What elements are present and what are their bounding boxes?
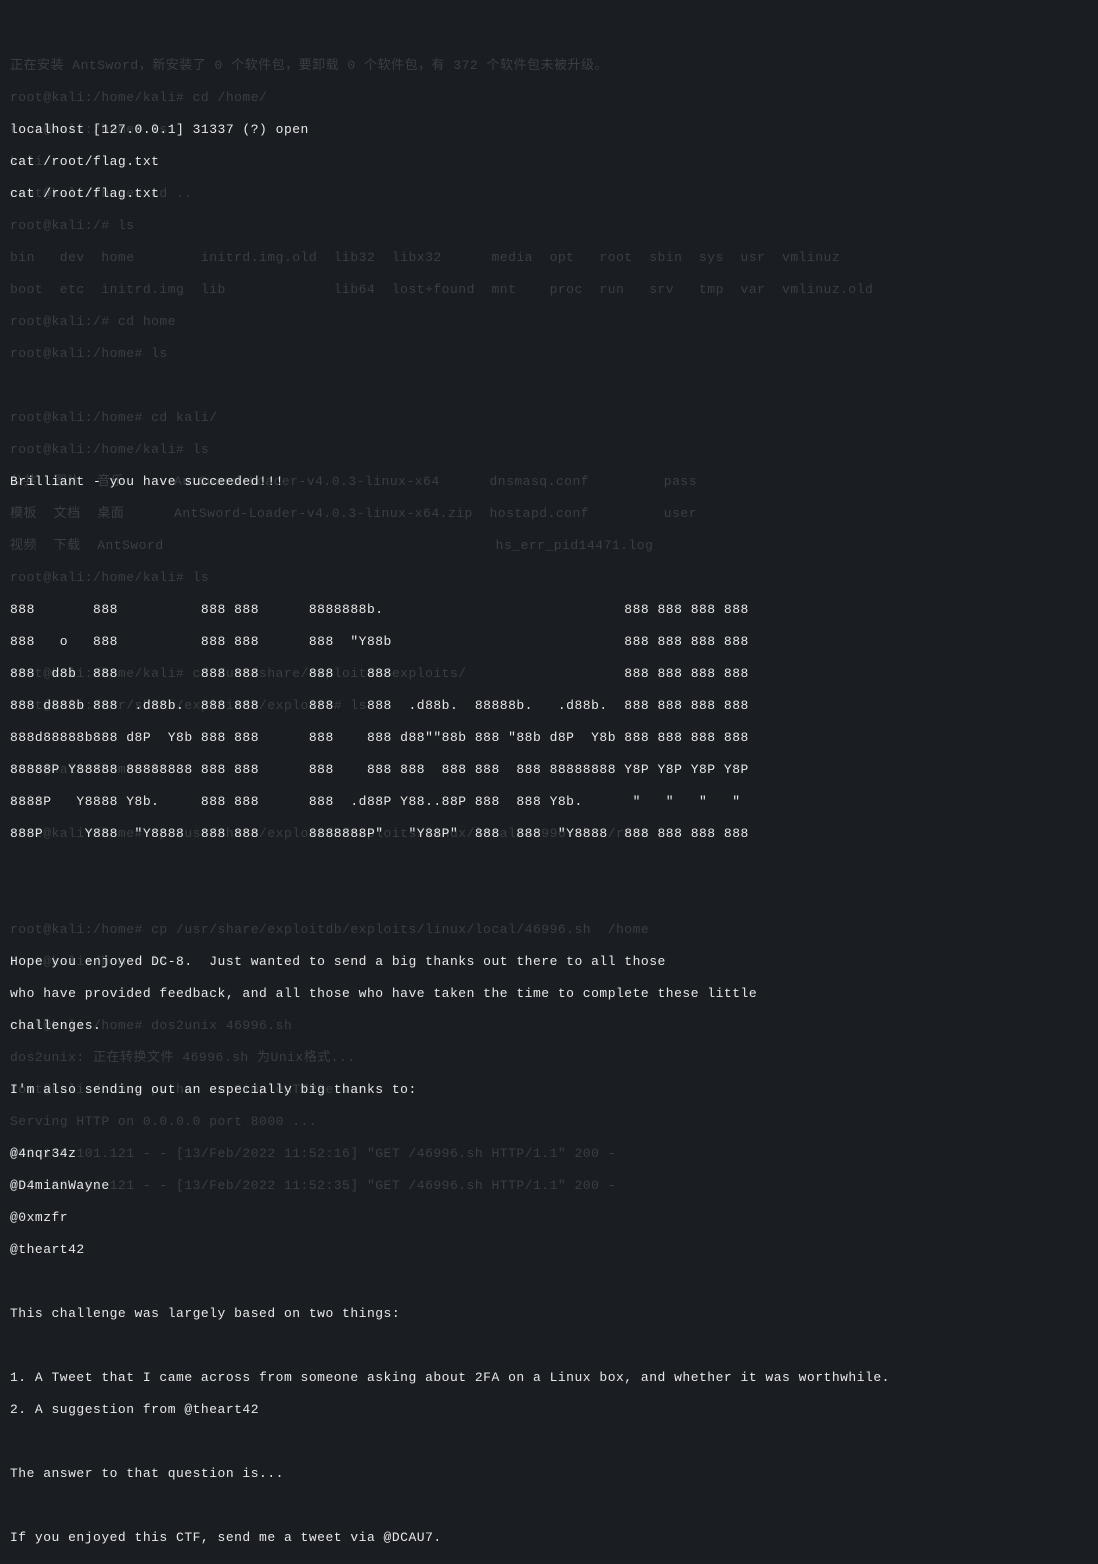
output-line (10, 1114, 1088, 1130)
output-line (10, 922, 1088, 938)
output-line (10, 858, 1088, 874)
output-line: 2. A suggestion from @theart42 (10, 1402, 1088, 1418)
output-line: Brilliant - you have succeeded!!! (10, 474, 1088, 490)
output-line: cat /root/flag.txt (10, 154, 1088, 170)
output-line: 88888P Y88888 88888888 888 888 888 888 8… (10, 762, 1088, 778)
output-line: I'm also sending out an especially big t… (10, 1082, 1088, 1098)
output-line: 888 d8b 888 888 888 888 888 888 888 888 … (10, 666, 1088, 682)
output-line: The answer to that question is... (10, 1466, 1088, 1482)
output-line (10, 410, 1088, 426)
output-line (10, 538, 1088, 554)
output-line (10, 1050, 1088, 1066)
output-line: 888 o 888 888 888 888 "Y88b 888 888 888 … (10, 634, 1088, 650)
output-line (10, 1274, 1088, 1290)
output-line: 1. A Tweet that I came across from someo… (10, 1370, 1088, 1386)
prompt-line[interactable] (10, 1562, 1088, 1564)
output-line (10, 378, 1088, 394)
output-line: cat /root/flag.txt (10, 186, 1088, 202)
output-line: 888d88888b888 d8P Y8b 888 888 888 888 d8… (10, 730, 1088, 746)
output-line: @0xmzfr (10, 1210, 1088, 1226)
output-line: challenges. (10, 1018, 1088, 1034)
output-line: If you enjoyed this CTF, send me a tweet… (10, 1530, 1088, 1546)
ghost-line: 正在安装 AntSword，新安装了 0 个软件包，要卸载 0 个软件包，有 3… (10, 58, 873, 74)
output-line (10, 570, 1088, 586)
output-line (10, 1498, 1088, 1514)
output-line: who have provided feedback, and all thos… (10, 986, 1088, 1002)
output-line: 888P Y888 "Y8888 888 888 8888888P" "Y88P… (10, 826, 1088, 842)
terminal-output[interactable]: localhost [127.0.0.1] 31337 (?) open cat… (10, 106, 1088, 1564)
output-line (10, 1434, 1088, 1450)
output-line (10, 250, 1088, 266)
output-line (10, 346, 1088, 362)
output-line (10, 218, 1088, 234)
output-line (10, 506, 1088, 522)
output-line: 8888P Y8888 Y8b. 888 888 888 .d88P Y88..… (10, 794, 1088, 810)
output-line (10, 1338, 1088, 1354)
output-line (10, 890, 1088, 906)
output-line: @theart42 (10, 1242, 1088, 1258)
output-line: @4nqr34z (10, 1146, 1088, 1162)
output-line (10, 282, 1088, 298)
output-line (10, 442, 1088, 458)
output-line: @D4mianWayne (10, 1178, 1088, 1194)
output-line: localhost [127.0.0.1] 31337 (?) open (10, 122, 1088, 138)
output-line: Hope you enjoyed DC-8. Just wanted to se… (10, 954, 1088, 970)
output-line: 888 d888b 888 .d88b. 888 888 888 888 .d8… (10, 698, 1088, 714)
output-line: 888 888 888 888 8888888b. 888 888 888 88… (10, 602, 1088, 618)
ghost-line (10, 26, 873, 42)
ghost-line: root@kali:/home/kali# cd /home/ (10, 90, 873, 106)
output-line: This challenge was largely based on two … (10, 1306, 1088, 1322)
output-line (10, 314, 1088, 330)
